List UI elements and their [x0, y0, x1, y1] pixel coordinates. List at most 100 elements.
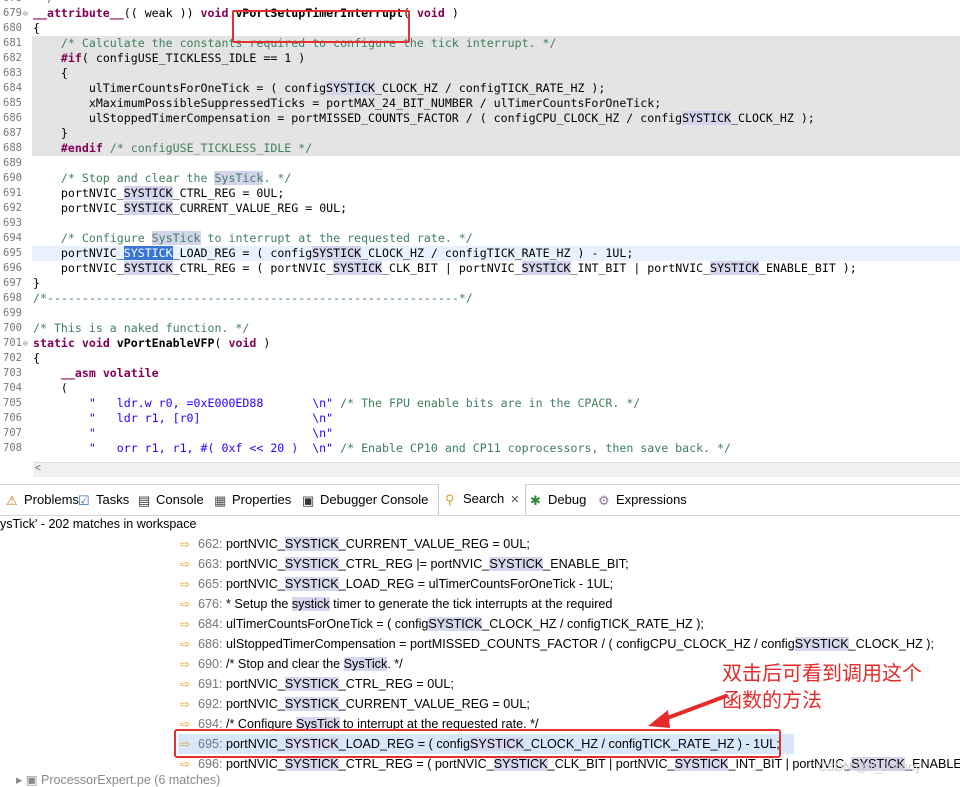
result-line-number: 662: [198, 537, 223, 551]
code-line[interactable]: 682 #if( configUSE_TICKLESS_IDLE == 1 ) [0, 51, 960, 66]
search-result-row[interactable]: ⇨ 690: /* Stop and clear the SysTick. */ [180, 654, 403, 674]
code-text: portNVIC_SYSTICK_CTRL_REG = ( portNVIC_S… [33, 261, 857, 276]
line-number: 703 [3, 367, 22, 379]
line-number: 684 [3, 82, 22, 94]
search-result-row[interactable]: ⇨ 665: portNVIC_SYSTICK_LOAD_REG = ulTime… [180, 574, 613, 594]
properties-icon: ▦ [214, 493, 227, 508]
code-editor[interactable]: 678 */679⊖__attribute__(( weak )) void v… [0, 0, 960, 478]
code-token: /*--------------------------------------… [33, 291, 473, 305]
result-text: ulTimerCountsForOneTick = ( config [226, 617, 429, 631]
code-line[interactable]: 708 " orr r1, r1, #( 0xf << 20 ) \n" /* … [0, 441, 960, 456]
code-text: { [33, 351, 40, 366]
tab-properties[interactable]: ▦ Properties [214, 485, 291, 515]
code-token: _ENABLE_BIT ); [759, 261, 857, 275]
tab-tasks[interactable]: ☑ Tasks [78, 485, 129, 515]
result-text: portNVIC_ [226, 537, 285, 551]
code-line[interactable]: 691 portNVIC_SYSTICK_CTRL_REG = 0UL; [0, 186, 960, 201]
code-token: " \n" [33, 426, 334, 440]
function-name-highlight-box [232, 10, 410, 43]
search-result-row[interactable]: ⇨ 662: portNVIC_SYSTICK_CURRENT_VALUE_REG… [180, 534, 530, 554]
result-line-number: 665: [198, 577, 223, 591]
result-text: _ENABLE_BIT; [543, 557, 629, 571]
code-line[interactable]: 697} [0, 276, 960, 291]
match-arrow-icon: ⇨ [180, 677, 191, 691]
code-token: _CTRL_REG = 0UL; [172, 186, 285, 200]
search-result-row[interactable]: ⇨ 686: ulStoppedTimerCompensation = portM… [180, 634, 934, 654]
result-line-number: 691: [198, 677, 223, 691]
code-token: /* The FPU enable bits are in the CPACR.… [333, 396, 641, 410]
code-token: ulStoppedTimerCompensation = portMISSED_… [33, 111, 683, 125]
view-tab-bar: ⚠ Problems ☑ Tasks ▤ Console ▦ Properties ▣ Debug… [0, 484, 960, 516]
code-line[interactable]: 692 portNVIC_SYSTICK_CURRENT_VALUE_REG =… [0, 201, 960, 216]
tab-expressions[interactable]: ⚙ Expressions [598, 485, 687, 515]
result-text: /* Stop and clear the [226, 657, 344, 671]
code-line[interactable]: 700 /* This is a naked function. */ [0, 321, 960, 336]
code-line[interactable]: 688 #endif /* configUSE_TICKLESS_IDLE */ [0, 141, 960, 156]
fold-toggle-icon[interactable]: ⊖ [23, 6, 32, 21]
line-number: 689 [3, 157, 22, 169]
line-number: 699 [3, 307, 22, 319]
tab-console[interactable]: ▤ Console [138, 485, 204, 515]
code-token: /* Enable CP10 and CP11 coprocessors, th… [333, 441, 732, 455]
code-line[interactable]: 698 /*-----------------------------------… [0, 291, 960, 306]
console-icon: ▤ [138, 493, 151, 508]
code-line[interactable]: 702 { [0, 351, 960, 366]
code-text: #if( configUSE_TICKLESS_IDLE == 1 ) [33, 51, 305, 66]
code-line[interactable]: 705 " ldr.w r0, =0xE000ED88 \n" /* The F… [0, 396, 960, 411]
code-token: { [33, 351, 40, 365]
code-line[interactable]: 686 ulStoppedTimerCompensation = portMIS… [0, 111, 960, 126]
code-line[interactable]: 707 " \n" [0, 426, 960, 441]
match-text: SYSTICK [284, 697, 339, 711]
code-line[interactable]: 695 portNVIC_SYSTICK_LOAD_REG = ( config… [0, 246, 960, 261]
code-line[interactable]: 687 } [0, 126, 960, 141]
code-line[interactable]: 689 [0, 156, 960, 171]
editor-horizontal-scrollbar[interactable]: < [33, 462, 960, 477]
code-token: _CLOCK_HZ ); [731, 111, 815, 125]
code-line[interactable]: 683 { [0, 66, 960, 81]
search-icon: ⚲ [445, 492, 455, 507]
code-token: /* configUSE_TICKLESS_IDLE */ [102, 141, 313, 155]
scroll-left-icon[interactable]: < [35, 463, 41, 474]
annotation-line-2: 函数的方法 [722, 688, 822, 712]
code-line[interactable]: 680 { [0, 21, 960, 36]
line-number: 701 [3, 337, 22, 349]
tab-problems[interactable]: ⚠ Problems [6, 485, 79, 515]
close-icon[interactable]: ✕ [510, 494, 519, 506]
code-token: void [416, 6, 445, 20]
code-line[interactable]: 703 __asm volatile [0, 366, 960, 381]
code-line[interactable]: 690 /* Stop and clear the SysTick. */ [0, 171, 960, 186]
code-line[interactable]: 694 /* Configure SysTick to interrupt at… [0, 231, 960, 246]
code-token: portNVIC_ [33, 201, 124, 215]
code-line[interactable]: 681 /* Calculate the constants required … [0, 36, 960, 51]
tab-debugger-console[interactable]: ▣ Debugger Console [302, 485, 428, 515]
tab-debug[interactable]: ✱ Debug [530, 485, 586, 515]
code-text: ulStoppedTimerCompensation = portMISSED_… [33, 111, 815, 126]
code-line[interactable]: 696 portNVIC_SYSTICK_CTRL_REG = ( portNV… [0, 261, 960, 276]
line-number: 683 [3, 67, 22, 79]
code-token: ( configUSE_TICKLESS_IDLE == 1 ) [81, 51, 306, 65]
search-result-row[interactable]: ⇨ 692: portNVIC_SYSTICK_CURRENT_VALUE_REG… [180, 694, 530, 714]
search-result-row[interactable]: ⇨ 676: * Setup the systick timer to gener… [180, 594, 612, 614]
code-line[interactable]: 704 ( [0, 381, 960, 396]
result-text: _CURRENT_VALUE_REG = 0UL; [338, 697, 530, 711]
code-line[interactable]: 684 ulTimerCountsForOneTick = ( configSY… [0, 81, 960, 96]
search-result-row[interactable]: ⇨ 684: ulTimerCountsForOneTick = ( config… [180, 614, 704, 634]
search-result-row[interactable]: ⇨ 691: portNVIC_SYSTICK_CTRL_REG = 0UL; [180, 674, 454, 694]
match-text: SYSTICK [284, 557, 339, 571]
code-text: xMaximumPossibleSuppressedTicks = portMA… [33, 96, 661, 111]
result-text: _CLOCK_HZ / configTICK_RATE_HZ ); [482, 617, 704, 631]
code-line[interactable]: 693 [0, 216, 960, 231]
code-text: " ldr.w r0, =0xE000ED88 \n" /* The FPU e… [33, 396, 640, 411]
debug-icon: ✱ [530, 493, 541, 508]
code-line[interactable]: 679 ⊖ __attribute__(( weak )) void vPortSe… [0, 6, 960, 21]
tab-search[interactable]: ⚲ Search ✕ [438, 484, 527, 515]
code-line[interactable]: 685 xMaximumPossibleSuppressedTicks = po… [0, 96, 960, 111]
code-line[interactable]: 706 " ldr r1, [r0] \n" [0, 411, 960, 426]
code-line[interactable]: 699 [0, 306, 960, 321]
tab-label: Tasks [96, 492, 130, 507]
match-text: SYSTICK [284, 537, 339, 551]
search-result-row[interactable]: ⇨ 663: portNVIC_SYSTICK_CTRL_REG |= portN… [180, 554, 629, 574]
code-line[interactable]: 701 ⊖ static void vPortEnableVFP( void ) [0, 336, 960, 351]
fold-toggle-icon[interactable]: ⊖ [23, 336, 32, 351]
